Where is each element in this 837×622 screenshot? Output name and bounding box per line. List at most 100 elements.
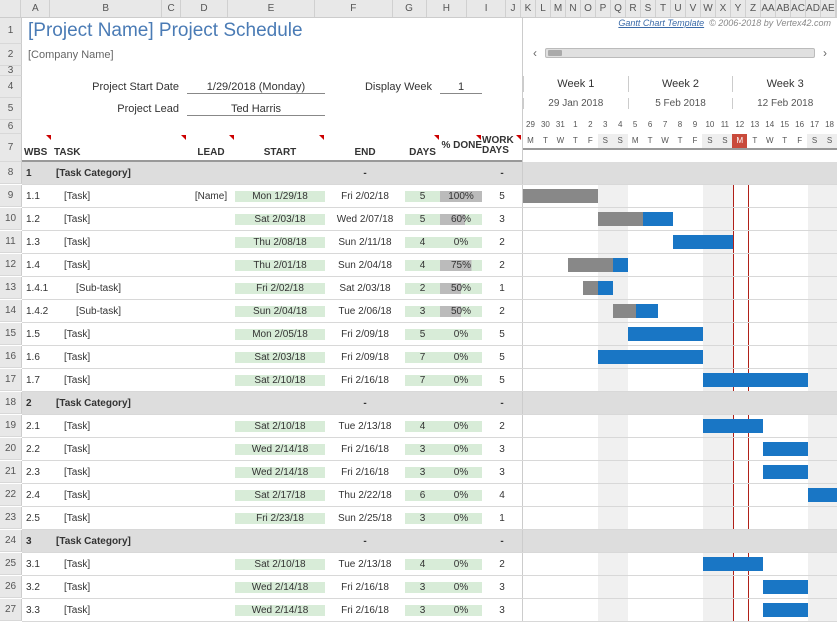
task-row[interactable]: 151.5[Task]Mon 2/05/18Fri 2/09/1850%5 <box>0 323 837 345</box>
cell-end[interactable]: Sun 2/04/18 <box>325 260 405 271</box>
row-19[interactable]: 19 <box>0 415 22 437</box>
cell-end[interactable]: Fri 2/16/18 <box>325 375 405 386</box>
cell-pct[interactable]: 0% <box>440 559 482 570</box>
cell-work[interactable]: 2 <box>482 559 522 570</box>
cell-days[interactable]: 4 <box>405 559 440 570</box>
cell-start[interactable]: Wed 2/14/18 <box>235 444 325 455</box>
cell-days[interactable]: 3 <box>405 605 440 616</box>
cell-wbs[interactable]: 1.4.1 <box>22 283 52 294</box>
cell-task[interactable]: [Sub-task] <box>52 306 187 317</box>
gantt-bar[interactable] <box>763 603 808 617</box>
cell-task[interactable]: [Task] <box>52 421 187 432</box>
cell-task[interactable]: [Task] <box>52 605 187 616</box>
task-row[interactable]: 141.4.2[Sub-task]Sun 2/04/18Tue 2/06/183… <box>0 300 837 322</box>
col-D[interactable]: D <box>181 0 228 17</box>
cell-end[interactable]: Tue 2/13/18 <box>325 421 405 432</box>
row-14[interactable]: 14 <box>0 300 22 322</box>
cell-pct[interactable]: 0% <box>440 421 482 432</box>
cell-wbs[interactable]: 1.4.2 <box>22 306 52 317</box>
task-row[interactable]: 202.2[Task]Wed 2/14/18Fri 2/16/1830%3 <box>0 438 837 460</box>
task-row[interactable]: 182[Task Category]-- <box>0 392 837 414</box>
col-F[interactable]: F <box>315 0 393 17</box>
cell-work[interactable]: 4 <box>482 490 522 501</box>
row-9[interactable]: 9 <box>0 185 22 207</box>
cell-wbs[interactable]: 2.5 <box>22 513 52 524</box>
cell-start[interactable]: Sat 2/10/18 <box>235 559 325 570</box>
cell-wbs[interactable]: 1.3 <box>22 237 52 248</box>
row-13[interactable]: 13 <box>0 277 22 299</box>
cell-end[interactable]: Tue 2/06/18 <box>325 306 405 317</box>
cell-days[interactable]: 2 <box>405 283 440 294</box>
cell-task[interactable]: [Task] <box>52 559 187 570</box>
row-3[interactable]: 3 <box>0 66 22 76</box>
cell-days[interactable]: 4 <box>405 237 440 248</box>
task-row[interactable]: 161.6[Task]Sat 2/03/18Fri 2/09/1870%5 <box>0 346 837 368</box>
cell-start[interactable]: Fri 2/23/18 <box>235 513 325 524</box>
cell-end[interactable]: Thu 2/22/18 <box>325 490 405 501</box>
col-S[interactable]: S <box>641 0 656 17</box>
col-AC[interactable]: AC <box>791 0 806 17</box>
cell-start[interactable]: Mon 2/05/18 <box>235 329 325 340</box>
col-T[interactable]: T <box>656 0 671 17</box>
task-row[interactable]: 111.3[Task]Thu 2/08/18Sun 2/11/1840%2 <box>0 231 837 253</box>
cell-task[interactable]: [Task Category] <box>52 168 187 179</box>
cell-pct[interactable]: 75% <box>440 260 482 271</box>
cell-wbs[interactable]: 1.2 <box>22 214 52 225</box>
cell-wbs[interactable]: 2.4 <box>22 490 52 501</box>
row-15[interactable]: 15 <box>0 323 22 345</box>
gantt-bar[interactable] <box>763 465 808 479</box>
row-25[interactable]: 25 <box>0 553 22 575</box>
row-8[interactable]: 8 <box>0 162 22 184</box>
chevron-left-icon[interactable]: ‹ <box>529 46 541 60</box>
task-row[interactable]: 171.7[Task]Sat 2/10/18Fri 2/16/1870%5 <box>0 369 837 391</box>
row-12[interactable]: 12 <box>0 254 22 276</box>
row-23[interactable]: 23 <box>0 507 22 529</box>
gantt-bar[interactable] <box>598 350 703 364</box>
cell-task[interactable]: [Task] <box>52 375 187 386</box>
cell-pct[interactable]: 0% <box>440 582 482 593</box>
cell-start[interactable]: Fri 2/02/18 <box>235 283 325 294</box>
cell-pct[interactable]: 0% <box>440 513 482 524</box>
cell-wbs[interactable]: 3.2 <box>22 582 52 593</box>
cell-start[interactable]: Sat 2/03/18 <box>235 214 325 225</box>
cell-end[interactable]: - <box>325 536 405 547</box>
cell-work[interactable]: 3 <box>482 467 522 478</box>
cell-pct[interactable]: 0% <box>440 237 482 248</box>
col-H[interactable]: H <box>427 0 468 17</box>
col-C[interactable]: C <box>162 0 181 17</box>
cell-end[interactable]: Sat 2/03/18 <box>325 283 405 294</box>
start-date-value[interactable]: 1/29/2018 (Monday) <box>187 81 325 94</box>
cell-pct[interactable]: 100% <box>440 191 482 202</box>
cell-pct[interactable]: 60% <box>440 214 482 225</box>
cell-task[interactable]: [Task] <box>52 260 187 271</box>
col-K[interactable]: K <box>521 0 536 17</box>
project-lead-value[interactable]: Ted Harris <box>187 103 325 116</box>
cell-work[interactable]: 3 <box>482 605 522 616</box>
row-7[interactable]: 7 <box>0 134 22 162</box>
row-1[interactable]: 1 <box>0 18 22 44</box>
cell-days[interactable]: 5 <box>405 191 440 202</box>
row-11[interactable]: 11 <box>0 231 22 253</box>
cell-task[interactable]: [Task Category] <box>52 398 187 409</box>
task-row[interactable]: 101.2[Task]Sat 2/03/18Wed 2/07/18560%3 <box>0 208 837 230</box>
cell-work[interactable]: 3 <box>482 582 522 593</box>
cell-wbs[interactable]: 1.6 <box>22 352 52 363</box>
cell-end[interactable]: Wed 2/07/18 <box>325 214 405 225</box>
cell-days[interactable]: 5 <box>405 214 440 225</box>
cell-start[interactable]: Wed 2/14/18 <box>235 467 325 478</box>
col-J[interactable]: J <box>506 0 521 17</box>
row-27[interactable]: 27 <box>0 599 22 621</box>
cell-days[interactable]: 4 <box>405 260 440 271</box>
cell-start[interactable]: Mon 1/29/18 <box>235 191 325 202</box>
task-row[interactable]: 232.5[Task]Fri 2/23/18Sun 2/25/1830%1 <box>0 507 837 529</box>
cell-wbs[interactable]: 1.1 <box>22 191 52 202</box>
row-24[interactable]: 24 <box>0 530 22 552</box>
col-V[interactable]: V <box>686 0 701 17</box>
row-20[interactable]: 20 <box>0 438 22 460</box>
cell-end[interactable]: Fri 2/16/18 <box>325 605 405 616</box>
cell-work[interactable]: 5 <box>482 375 522 386</box>
gantt-bar[interactable] <box>703 557 763 571</box>
row-4[interactable]: 4 <box>0 76 22 98</box>
cell-end[interactable]: Fri 2/09/18 <box>325 329 405 340</box>
template-link[interactable]: Gantt Chart Template <box>618 18 704 28</box>
